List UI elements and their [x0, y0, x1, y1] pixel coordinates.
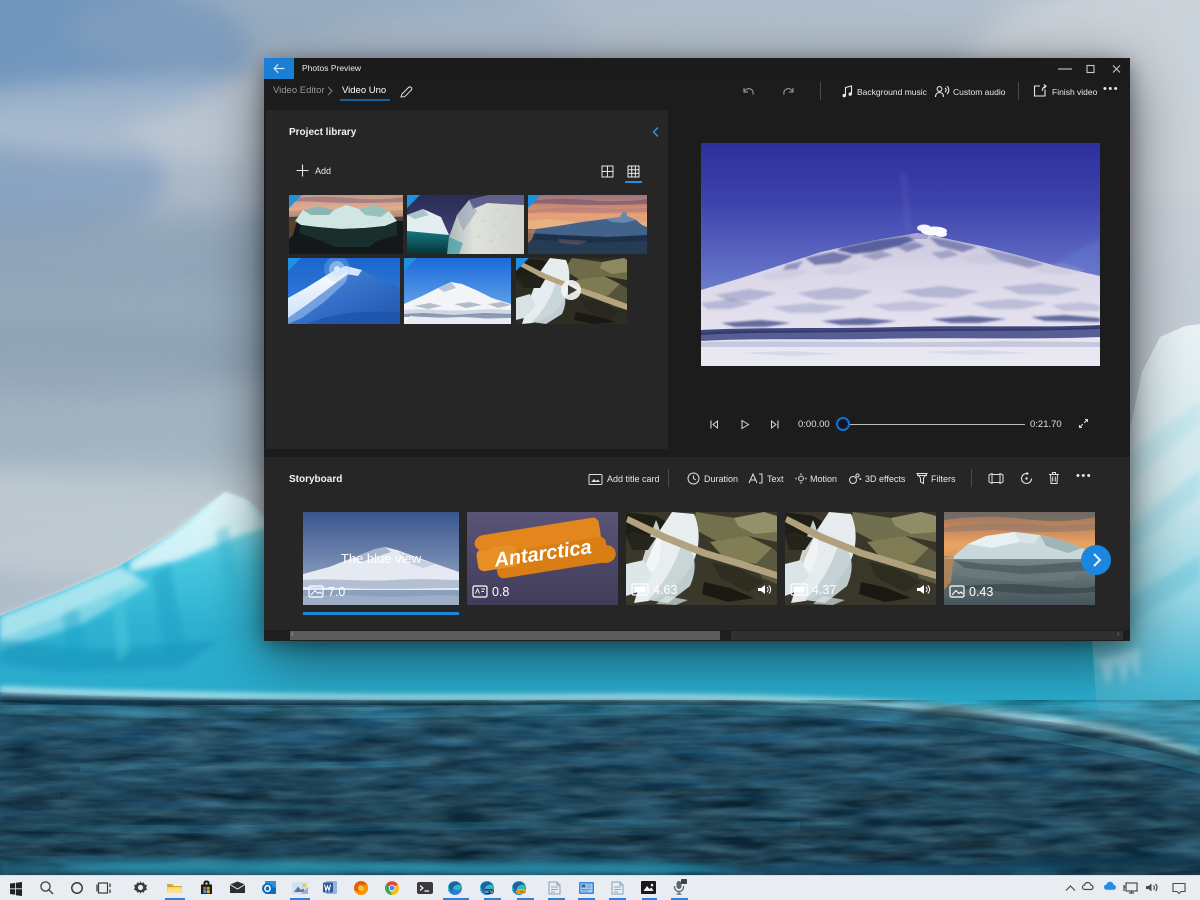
svg-text:4.37: 4.37 [812, 583, 836, 597]
svg-text:0.8: 0.8 [492, 585, 509, 599]
svg-text:0.43: 0.43 [969, 585, 993, 599]
svg-text:The blue view: The blue view [341, 551, 422, 566]
svg-text:4.63: 4.63 [653, 583, 677, 597]
svg-text:BETA: BETA [485, 890, 495, 894]
svg-text:CAN: CAN [517, 890, 525, 894]
svg-text:7.0: 7.0 [328, 585, 345, 599]
